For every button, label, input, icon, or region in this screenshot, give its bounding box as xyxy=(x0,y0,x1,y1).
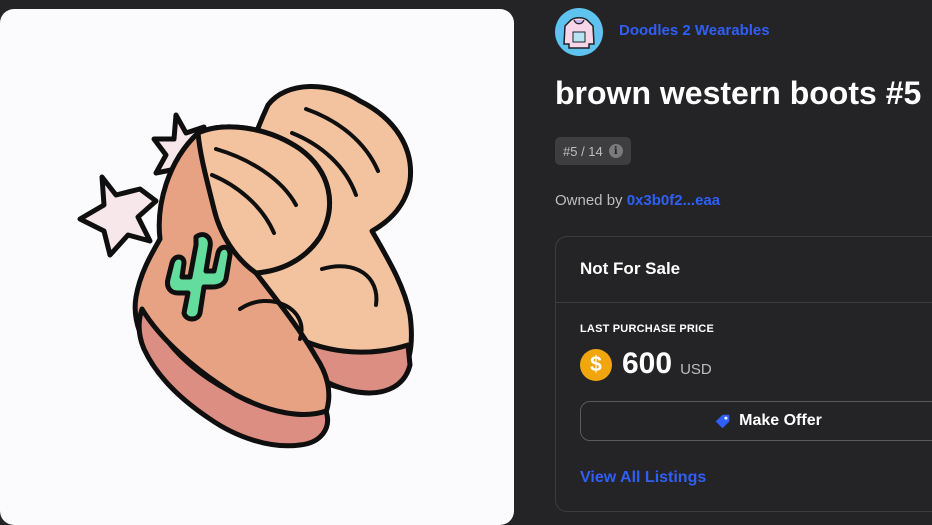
hoodie-icon xyxy=(563,17,595,49)
price-value: 600 xyxy=(622,347,673,380)
make-offer-button[interactable]: Make Offer xyxy=(580,401,932,441)
sale-status: Not For Sale xyxy=(556,237,932,303)
tag-icon xyxy=(715,414,730,428)
owned-by-label: Owned by xyxy=(555,192,623,209)
collection-avatar[interactable] xyxy=(555,8,603,56)
collection-link[interactable]: Doodles 2 Wearables xyxy=(619,22,770,39)
edition-badge: #5 / 14 i xyxy=(555,137,631,165)
owner-link[interactable]: 0x3b0f2...eaa xyxy=(627,192,720,209)
view-all-listings-link[interactable]: View All Listings xyxy=(580,469,706,487)
last-price-label: LAST PURCHASE PRICE xyxy=(580,323,714,335)
make-offer-label: Make Offer xyxy=(739,412,822,429)
owner-row: Owned by 0x3b0f2...eaa xyxy=(555,192,720,209)
sale-panel: Not For Sale LAST PURCHASE PRICE $ 600 U… xyxy=(555,236,932,512)
item-title: brown western boots #5 xyxy=(555,75,922,111)
price-row: $ 600 USD xyxy=(580,347,712,381)
price-currency: USD xyxy=(680,361,712,378)
brown-western-boots-illustration xyxy=(77,84,414,449)
info-icon[interactable]: i xyxy=(608,144,623,158)
dollar-coin-icon: $ xyxy=(580,349,612,381)
edition-text: #5 / 14 xyxy=(563,143,603,159)
item-image[interactable] xyxy=(0,9,514,525)
